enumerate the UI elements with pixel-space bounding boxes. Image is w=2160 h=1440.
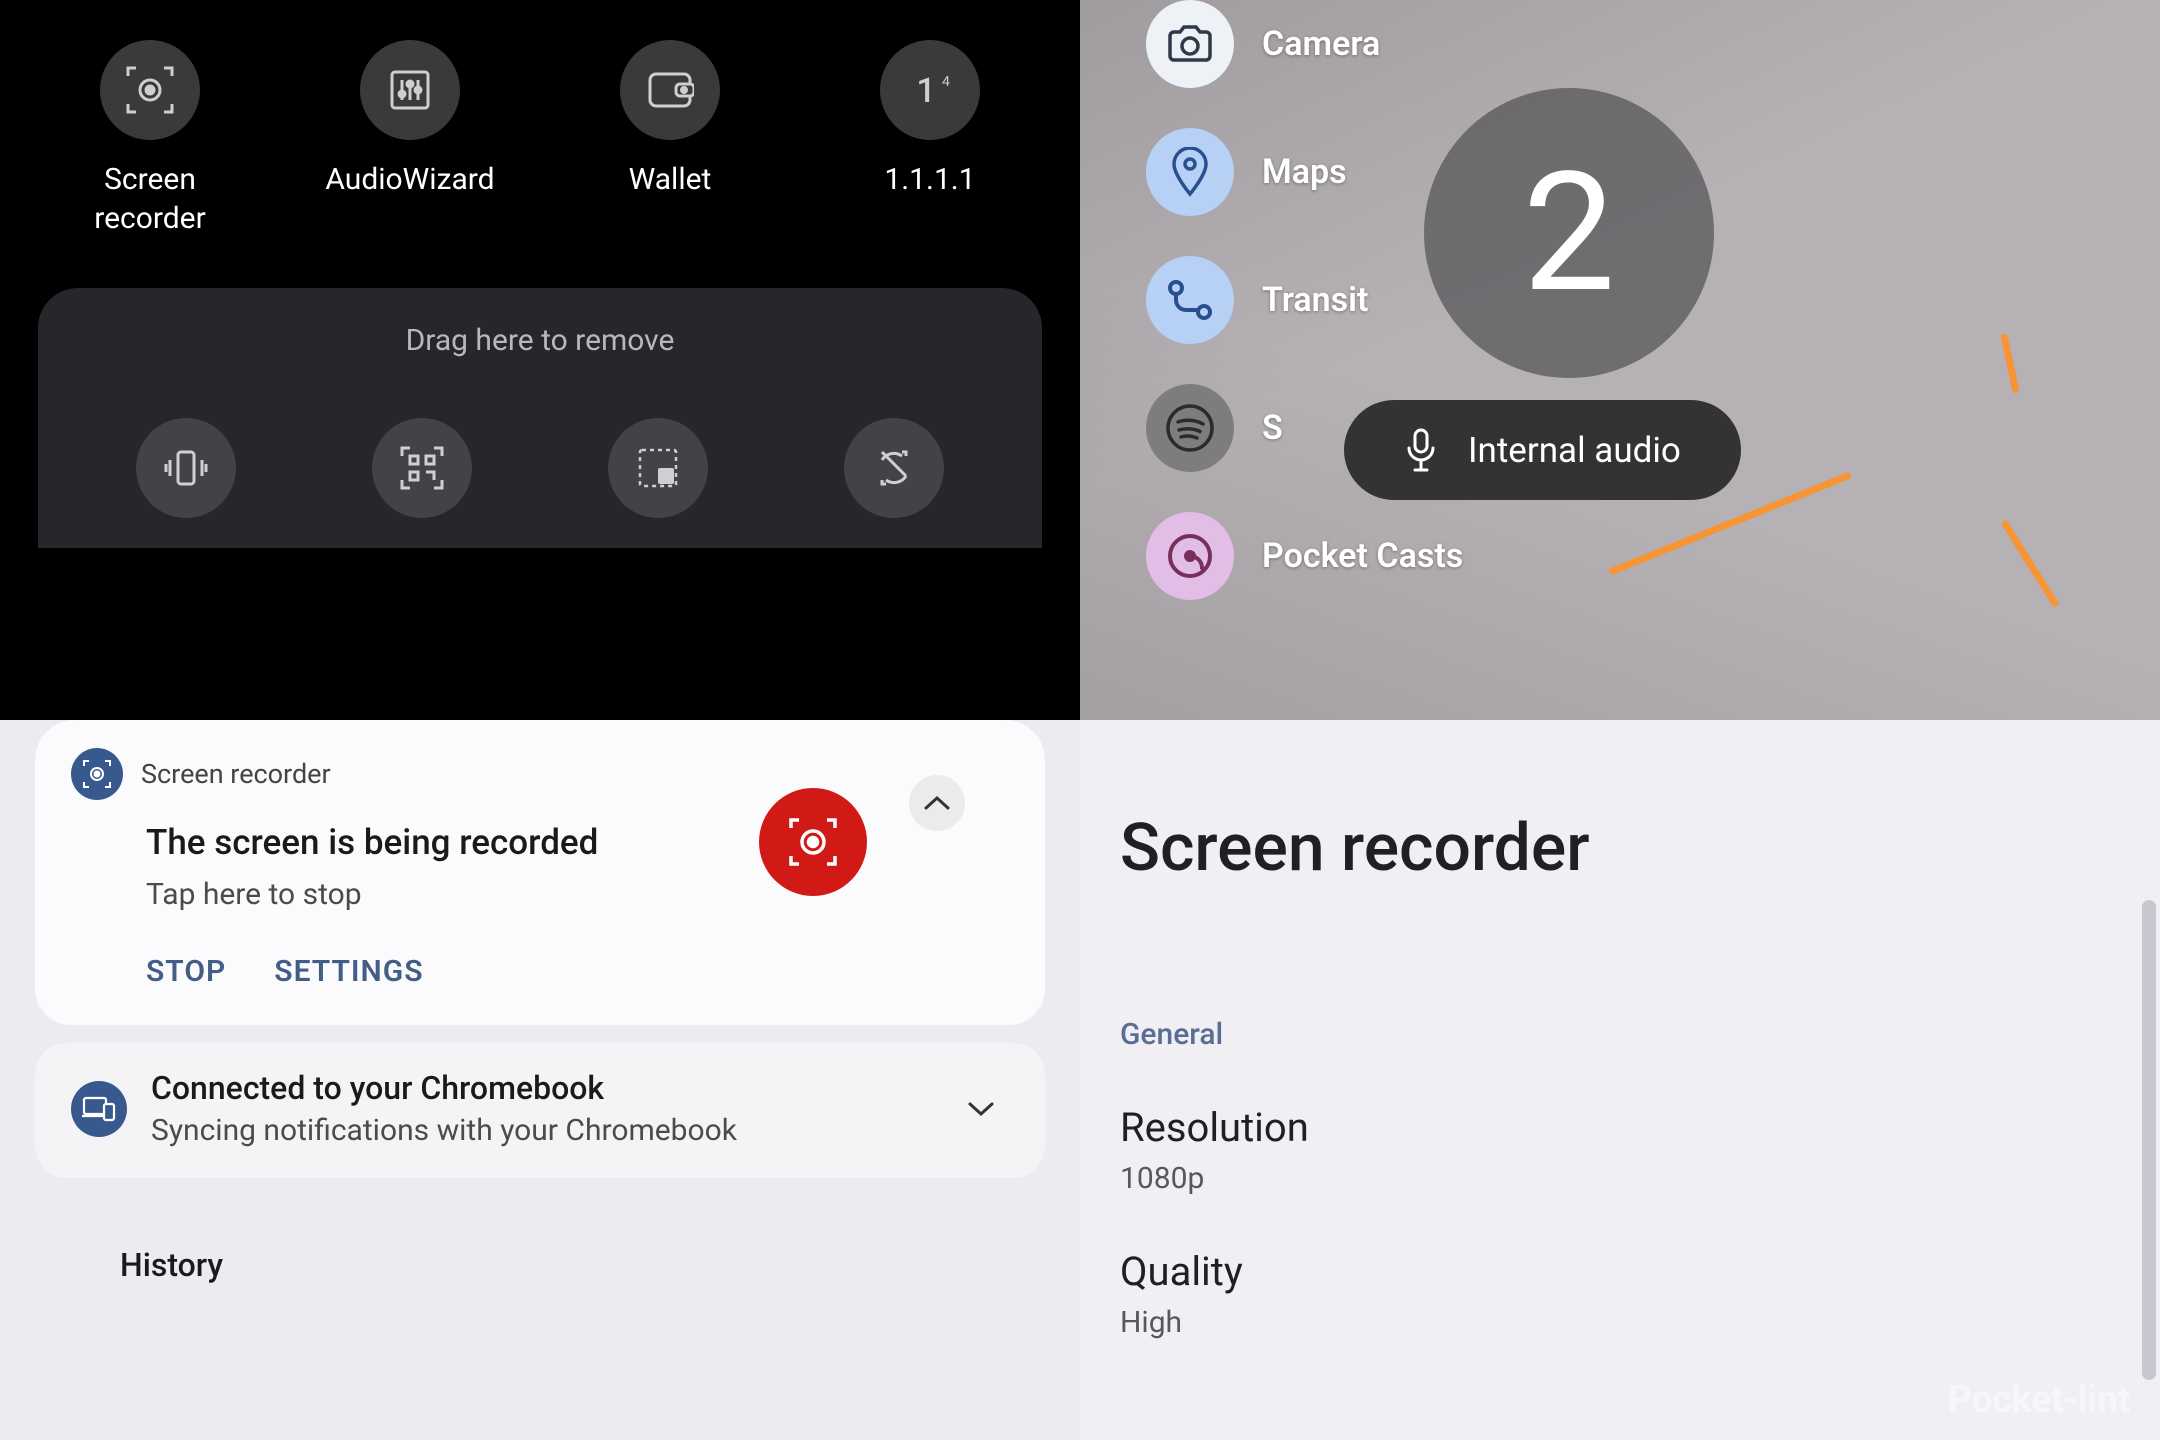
- notification-title: Connected to your Chromebook: [151, 1069, 929, 1107]
- setting-quality[interactable]: Quality High: [1120, 1248, 2090, 1340]
- quick-settings-editor: Screen recorder AudioWizard Wallet 14 1.…: [0, 0, 1080, 720]
- qs-active-row: Screen recorder AudioWizard Wallet 14 1.…: [20, 40, 1060, 238]
- page-title: Screen recorder: [1120, 810, 2090, 887]
- history-link[interactable]: History: [120, 1246, 1080, 1284]
- svg-text:4: 4: [942, 74, 950, 90]
- qs-label: 1.1.1.1: [884, 160, 975, 199]
- record-button[interactable]: [759, 788, 867, 896]
- one-four-icon[interactable]: 14: [880, 40, 980, 140]
- collapse-button[interactable]: [909, 775, 965, 831]
- settings-section-header: General: [1120, 1017, 2090, 1052]
- expand-button[interactable]: [953, 1081, 1009, 1137]
- audio-source-label: Internal audio: [1468, 430, 1681, 471]
- app-maps[interactable]: Maps: [1146, 128, 1463, 216]
- app-transit[interactable]: Transit: [1146, 256, 1463, 344]
- qs-label: Screen recorder: [65, 160, 235, 238]
- notification-subtitle: Syncing notifications with your Chromebo…: [151, 1113, 929, 1148]
- qs-tile-1111[interactable]: 14 1.1.1.1: [845, 40, 1015, 199]
- audio-source-pill[interactable]: Internal audio: [1344, 400, 1741, 500]
- qs-tile-wallet[interactable]: Wallet: [585, 40, 755, 199]
- devices-icon: [71, 1081, 127, 1137]
- microphone-icon: [1404, 428, 1438, 472]
- podcast-icon: [1146, 512, 1234, 600]
- setting-value: 1080p: [1120, 1161, 2090, 1196]
- countdown-badge: 2: [1424, 88, 1714, 378]
- recording-notification[interactable]: Screen recorder The screen is being reco…: [35, 720, 1045, 1025]
- recorder-settings-page: Screen recorder General Resolution 1080p…: [1080, 720, 2160, 1440]
- stop-button[interactable]: STOP: [146, 954, 226, 989]
- setting-label: Resolution: [1120, 1104, 2090, 1151]
- wallet-icon[interactable]: [620, 40, 720, 140]
- qs-label: Wallet: [629, 160, 712, 199]
- svg-text:1: 1: [916, 71, 935, 111]
- select-icon[interactable]: [608, 418, 708, 518]
- qs-drop-zone[interactable]: Drag here to remove: [38, 288, 1042, 548]
- notification-shade: Screen recorder The screen is being reco…: [0, 720, 1080, 1440]
- vibrate-icon[interactable]: [136, 418, 236, 518]
- pin-icon: [1146, 128, 1234, 216]
- notification-title: The screen is being recorded: [146, 822, 1009, 863]
- rotate-icon[interactable]: [844, 418, 944, 518]
- app-label: Transit: [1262, 280, 1368, 320]
- setting-resolution[interactable]: Resolution 1080p: [1120, 1104, 2090, 1196]
- app-drawer-list[interactable]: Camera Maps Transit S Pocket Casts: [1146, 0, 1463, 600]
- chromebook-notification[interactable]: Connected to your Chromebook Syncing not…: [35, 1043, 1045, 1178]
- equalizer-icon[interactable]: [360, 40, 460, 140]
- setting-value: High: [1120, 1305, 2090, 1340]
- setting-label: Quality: [1120, 1248, 2090, 1295]
- scrollbar[interactable]: [2142, 900, 2156, 1380]
- record-frame-icon[interactable]: [100, 40, 200, 140]
- notification-subtitle: Tap here to stop: [146, 877, 1009, 912]
- recorder-countdown-overlay: Camera Maps Transit S Pocket Casts: [1080, 0, 2160, 720]
- app-pocket-casts[interactable]: Pocket Casts: [1146, 512, 1463, 600]
- app-label: Maps: [1262, 152, 1347, 192]
- qs-tile-screen-recorder[interactable]: Screen recorder: [65, 40, 235, 238]
- recorder-app-icon: [71, 748, 123, 800]
- route-icon: [1146, 256, 1234, 344]
- qr-icon[interactable]: [372, 418, 472, 518]
- settings-button[interactable]: SETTINGS: [274, 954, 423, 989]
- qs-inactive-row: [68, 418, 1012, 518]
- qs-label: AudioWizard: [325, 160, 494, 199]
- watermark: Pocket-lint: [1947, 1378, 2130, 1422]
- app-label: S: [1262, 408, 1283, 448]
- notification-app-name: Screen recorder: [141, 758, 331, 790]
- spotify-icon: [1146, 384, 1234, 472]
- qs-tile-audiowizard[interactable]: AudioWizard: [325, 40, 495, 199]
- app-label: Camera: [1262, 24, 1380, 64]
- app-label: Pocket Casts: [1262, 536, 1463, 576]
- camera-icon: [1146, 0, 1234, 88]
- qs-drop-label: Drag here to remove: [68, 323, 1012, 358]
- app-camera[interactable]: Camera: [1146, 0, 1463, 88]
